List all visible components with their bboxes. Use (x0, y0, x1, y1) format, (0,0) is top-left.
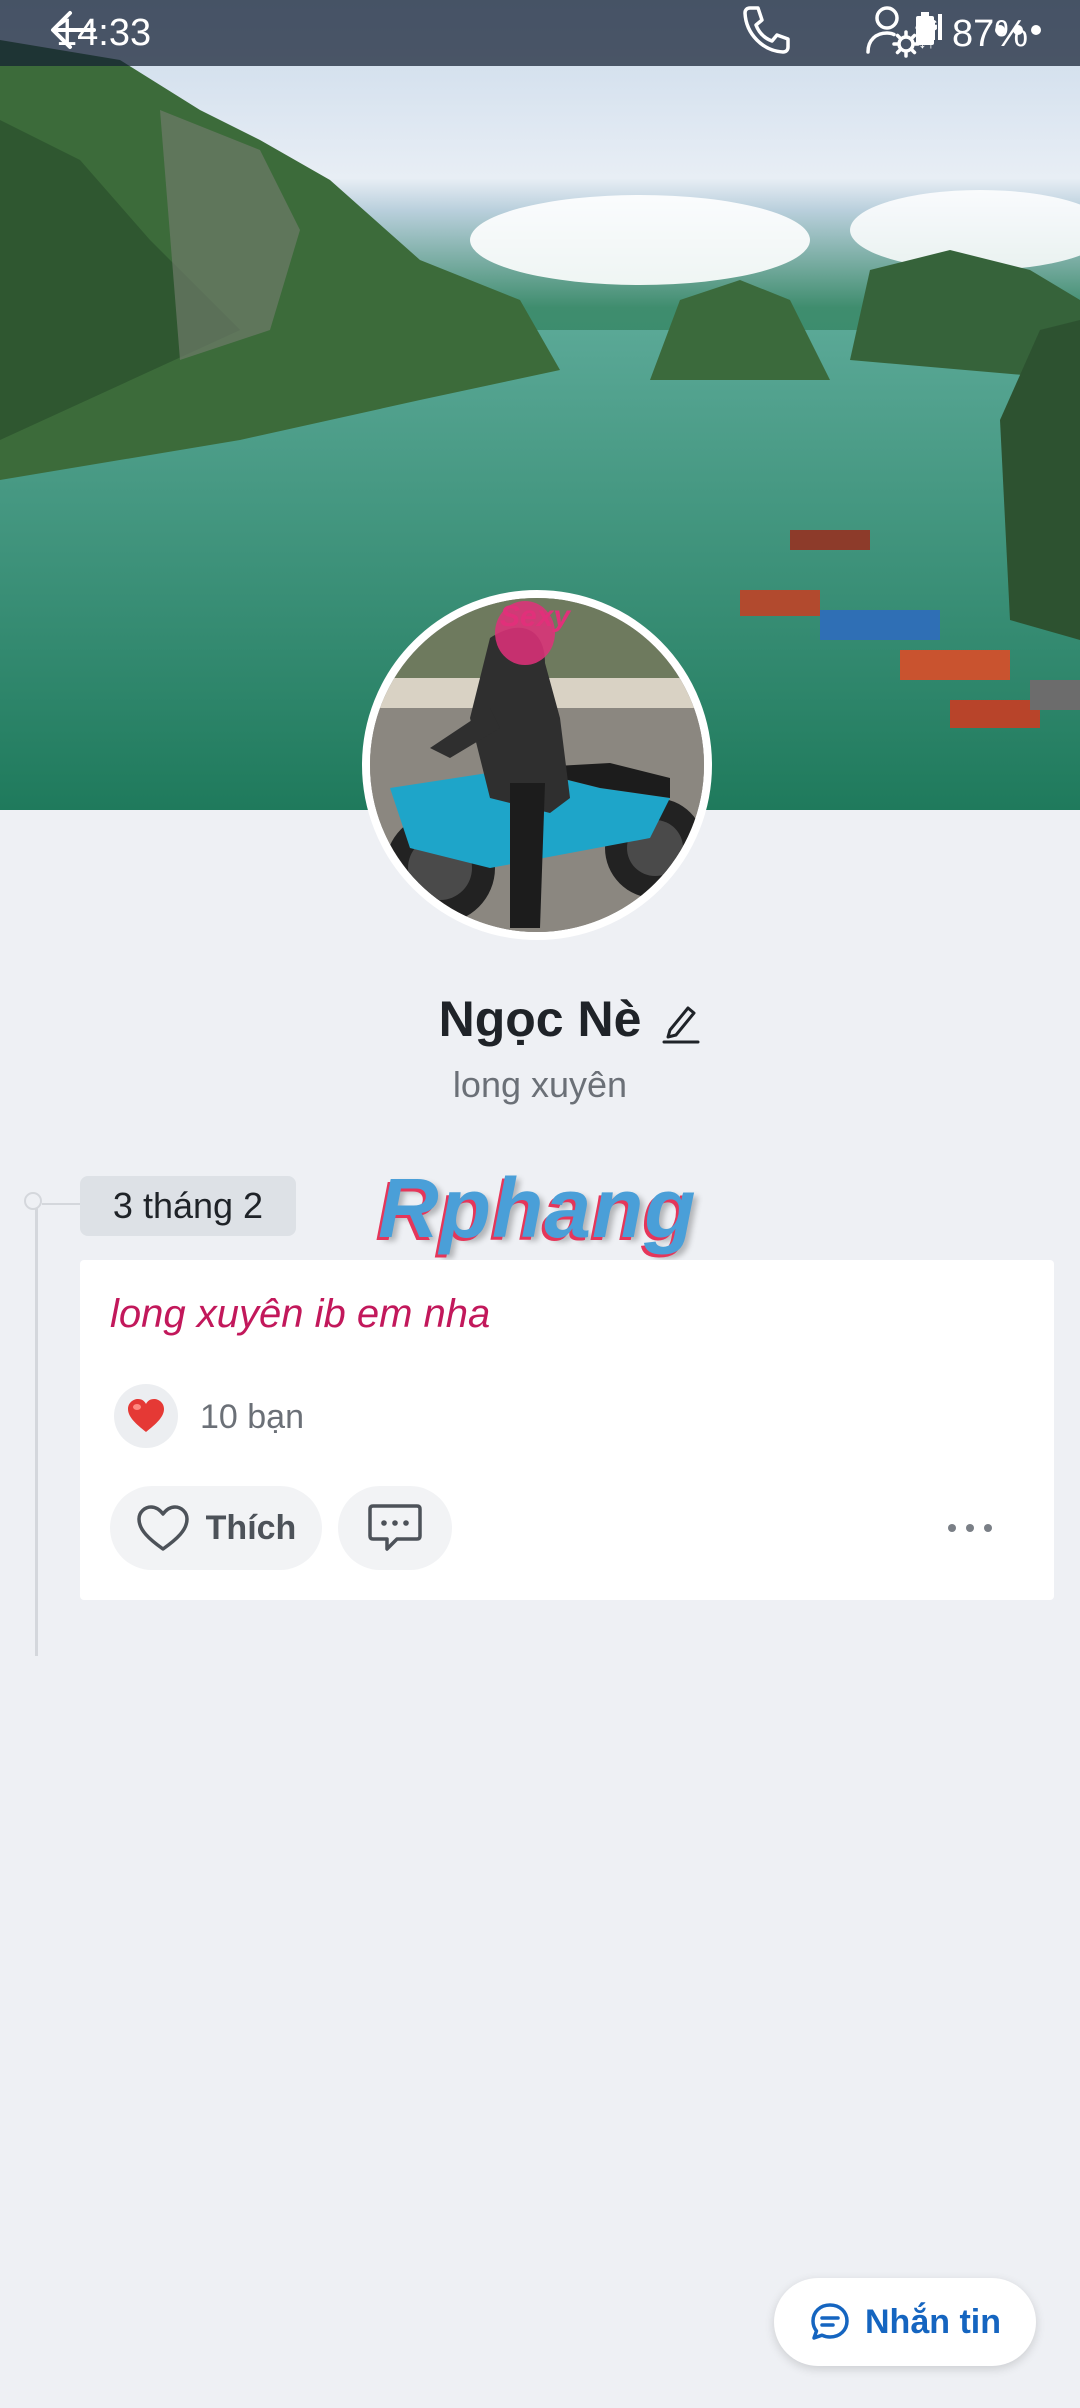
comment-icon (368, 1504, 422, 1551)
message-button[interactable]: Nhắn tin (774, 2278, 1036, 2366)
message-button-label: Nhắn tin (865, 2302, 1001, 2341)
like-button[interactable]: Thích (110, 1486, 322, 1570)
watermark-logo: Rphang (378, 1161, 697, 1255)
avatar-sticker: Sexy (500, 600, 571, 633)
timeline-date: 3 tháng 2 (80, 1176, 296, 1236)
timeline-dot (24, 1192, 42, 1210)
profile-name: Ngọc Nè (438, 991, 642, 1047)
timeline-connector (42, 1203, 80, 1205)
heart-reaction-icon (128, 1399, 164, 1432)
profile-avatar[interactable]: Sexy (362, 590, 712, 940)
reaction-bubble[interactable] (114, 1384, 178, 1448)
more-icon[interactable] (988, 0, 1048, 60)
chat-icon (811, 2303, 849, 2340)
reaction-count[interactable]: 10 bạn (200, 1398, 304, 1437)
heart-outline-icon (136, 1505, 189, 1551)
like-label: Thích (205, 1508, 297, 1547)
phone-icon[interactable] (736, 0, 796, 60)
profile-location: long xuyên (452, 1064, 628, 1105)
status-post-card[interactable]: long xuyên ib em nha 10 bạn Thích (80, 1260, 1054, 1600)
back-arrow-icon[interactable] (44, 0, 104, 60)
post-text: long xuyên ib em nha (110, 1292, 491, 1336)
post-more-icon[interactable] (940, 1508, 1000, 1548)
avatar-photo (370, 598, 704, 932)
user-settings-icon[interactable] (862, 0, 922, 60)
edit-pencil-icon[interactable] (660, 1000, 700, 1044)
comment-button[interactable] (338, 1486, 452, 1570)
timeline-line (35, 1208, 38, 1656)
